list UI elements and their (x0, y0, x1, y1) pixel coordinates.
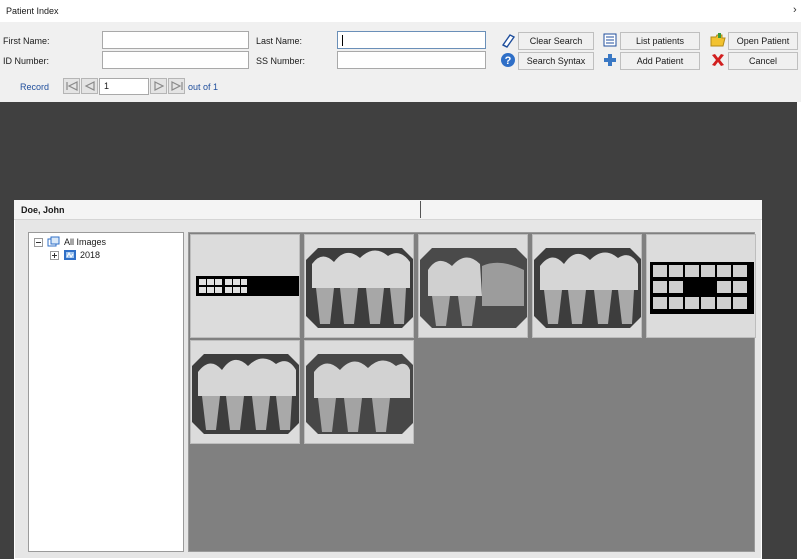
last-name-label: Last Name: (256, 36, 303, 46)
image-tree-panel: All Images 2018 (28, 232, 184, 552)
last-record-button[interactable] (168, 78, 185, 94)
xray-thumbnail[interactable] (304, 234, 414, 338)
patient-name: Doe, John (21, 205, 65, 215)
text-caret (342, 35, 343, 46)
image-gallery (188, 232, 756, 552)
first-name-label: First Name: (3, 36, 50, 46)
xray-thumbnail[interactable] (190, 340, 300, 444)
xray-thumbnail[interactable] (304, 340, 414, 444)
cancel-button[interactable]: Cancel (728, 52, 798, 70)
tree-item-2018[interactable]: 2018 (50, 249, 130, 261)
window-titlebar: Patient Index › (0, 0, 801, 22)
expand-icon[interactable] (50, 251, 59, 260)
first-name-field[interactable] (102, 31, 249, 49)
id-number-field[interactable] (102, 51, 249, 69)
clear-search-button[interactable]: Clear Search (518, 32, 594, 50)
xray-thumbnail[interactable] (418, 234, 528, 338)
record-number-input[interactable]: 1 (99, 78, 149, 95)
next-record-button[interactable] (150, 78, 167, 94)
open-patient-button[interactable]: Open Patient (728, 32, 798, 50)
eraser-icon (500, 32, 516, 48)
tree-label: 2018 (80, 250, 101, 260)
collapse-icon[interactable] (34, 238, 43, 247)
last-name-field[interactable] (337, 31, 486, 49)
patient-header: Doe, John (14, 200, 762, 220)
add-patient-button[interactable]: Add Patient (620, 52, 700, 70)
header-divider[interactable] (420, 201, 421, 218)
search-panel: First Name: ID Number: Last Name: SS Num… (0, 22, 801, 102)
folder-open-icon (710, 32, 726, 48)
ss-number-field[interactable] (337, 51, 486, 69)
id-number-label: ID Number: (3, 56, 50, 66)
previous-record-button[interactable] (81, 78, 98, 94)
plus-icon (602, 52, 618, 68)
image-stack-icon (47, 236, 61, 250)
list-icon (602, 32, 618, 48)
close-icon (710, 52, 726, 68)
search-syntax-button[interactable]: Search Syntax (518, 52, 594, 70)
list-patients-button[interactable]: List patients (620, 32, 700, 50)
tree-item-all-images[interactable]: All Images (34, 236, 134, 248)
record-label: Record (20, 82, 50, 92)
xray-thumbnail[interactable] (532, 234, 642, 338)
record-count-text: out of 1 (188, 82, 219, 92)
right-edge-strip (797, 102, 801, 559)
close-window-icon[interactable]: › (793, 4, 797, 16)
xray-thumbnail[interactable] (646, 234, 756, 338)
first-record-button[interactable] (63, 78, 80, 94)
xray-folder-icon (63, 249, 77, 263)
ss-number-label: SS Number: (256, 56, 306, 66)
xray-thumbnail[interactable] (190, 234, 300, 338)
window-title: Patient Index (6, 6, 59, 16)
tree-label: All Images (64, 237, 107, 247)
help-icon: ? (500, 52, 516, 68)
svg-text:?: ? (505, 55, 512, 67)
